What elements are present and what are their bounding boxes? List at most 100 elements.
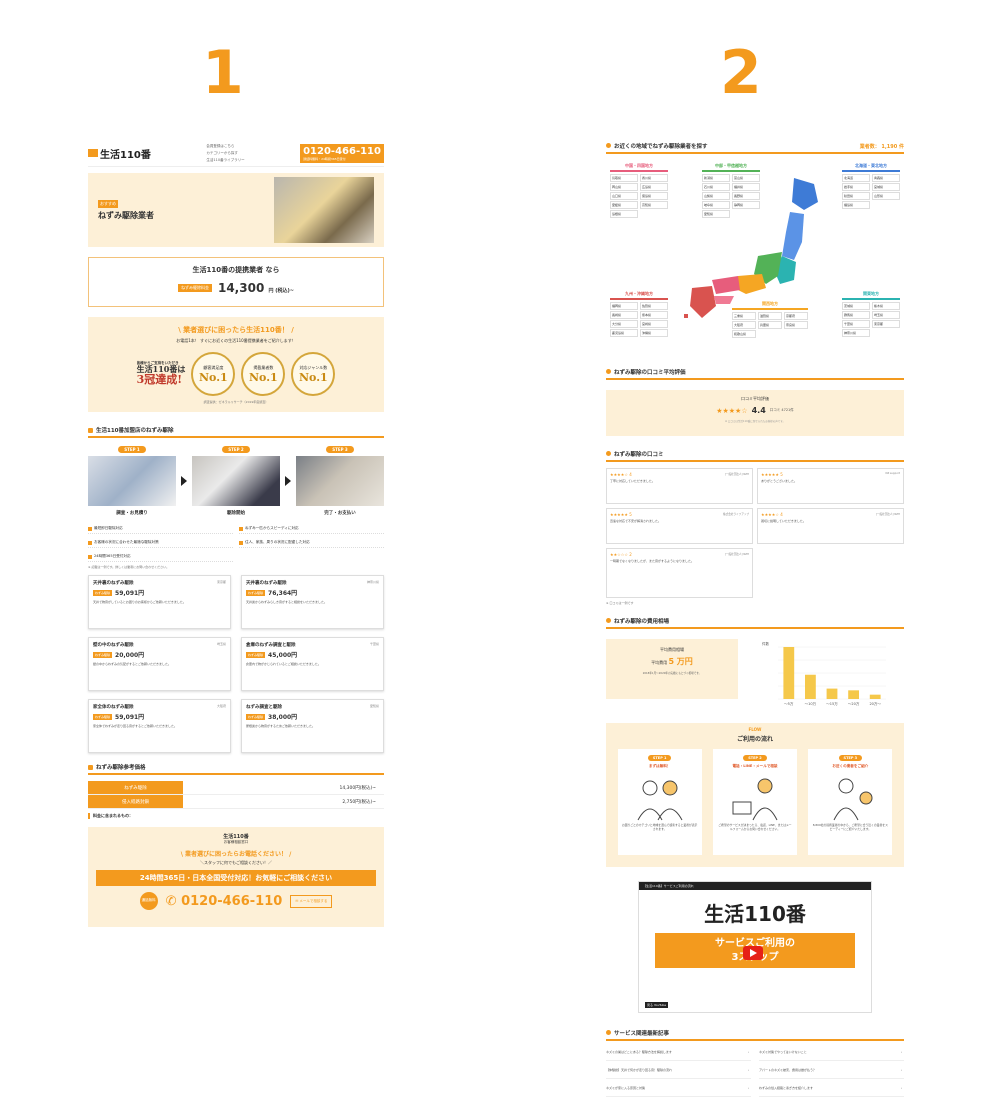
hero-photo xyxy=(274,177,374,243)
prefecture-button[interactable]: 香川県 xyxy=(640,174,668,182)
prefecture-button[interactable]: 熊本県 xyxy=(640,311,668,319)
header-link[interactable]: 生活110番ライブラリー xyxy=(206,158,244,163)
cta-sub: ＼スタッフに何でもご相談ください！／ xyxy=(200,860,272,865)
contact-cta: 生活110番 お客様相談窓口 \ 業者選びに困ったらお電話ください！ / ＼スタ… xyxy=(88,827,384,927)
prefecture-button[interactable]: 千葉県 xyxy=(842,320,870,328)
prefecture-button[interactable]: 北海道 xyxy=(842,174,870,182)
header-link[interactable]: カテゴリーから探す xyxy=(206,151,244,156)
prefecture-button[interactable]: 山形県 xyxy=(872,192,900,200)
review-text: 迅速な対応で不安が解消されました。 xyxy=(610,519,662,523)
case-card[interactable]: 天井裏のねずみ駆除 東京都 ねずみ駆除 59,091円 天井で物音がしているとお困り… xyxy=(88,575,231,629)
case-price: 45,000円 xyxy=(268,652,298,659)
header-phone-button[interactable]: 0120-466-110 通話料無料・24時間365日受付 xyxy=(300,143,384,163)
people-talking-illustration xyxy=(637,780,683,821)
prefecture-button[interactable]: 島根県 xyxy=(610,210,638,218)
prefecture-button[interactable]: 宮崎県 xyxy=(640,320,668,328)
steps-title-text: 生活110番加盟店のねずみ駆除 xyxy=(96,428,174,434)
prefecture-button[interactable]: 沖縄県 xyxy=(640,329,668,337)
prefecture-button[interactable]: 秋田県 xyxy=(842,192,870,200)
review-company: [一般社団法人] NZH xyxy=(724,553,749,556)
video-title-bar: 【生活110番】サービスご利用の流れ xyxy=(639,882,871,890)
price-box: 生活110番の提携業者 なら ねずみ駆除料金 14,300 円 (税込)~ xyxy=(88,257,384,307)
case-desc: 壁の中からねずみの気配がするとご依頼いただきました。 xyxy=(93,662,172,666)
play-icon[interactable] xyxy=(743,946,763,960)
case-area: 神奈川県 xyxy=(366,580,379,584)
prefecture-button[interactable]: 青森県 xyxy=(872,174,900,182)
case-title: 家全体のねずみ駆除 xyxy=(93,705,134,710)
case-area: 愛知県 xyxy=(369,704,379,708)
header-phone-number: 0120-466-110 xyxy=(303,145,381,157)
header-link[interactable]: 会員登録はこちら xyxy=(206,144,244,149)
news-item[interactable]: 【体験談】天井で何かが走り回る音！駆除の流れ › xyxy=(606,1061,751,1079)
prefecture-button[interactable]: 茨城県 xyxy=(842,302,870,310)
mail-button-label: メールで相談する xyxy=(299,898,328,903)
prefecture-button[interactable]: 岡山県 xyxy=(610,183,638,191)
news-section-title: サービス関連最新記事 xyxy=(606,1027,904,1041)
prefecture-button[interactable]: 東京都 xyxy=(872,320,900,328)
ref-title-text: ねずみ駆除参考価格 xyxy=(96,765,146,771)
prefecture-button[interactable]: 高知県 xyxy=(640,201,668,209)
review-card: ★★★★☆ 4 [一般社団法人] NZH 丁寧に対応していただきました。 xyxy=(606,468,753,504)
youtube-watch-button[interactable]: 見る YouTube xyxy=(645,1002,669,1008)
check-text: 24時間365日受付対応 xyxy=(94,554,131,558)
news-item[interactable]: ねずみの侵入経路と塞ぎ方を紹介します › xyxy=(759,1079,904,1097)
prefecture-button[interactable]: 徳島県 xyxy=(640,192,668,200)
case-card[interactable]: ねずみ調査と駆除 愛知県 ねずみ駆除 38,000円 屋根裏から物音がするためご依頼… xyxy=(241,699,384,753)
review-score: 4 xyxy=(780,512,783,517)
case-card[interactable]: 倉庫のねずみ調査と駆除 千葉県 ねずみ駆除 45,000円 倉庫内で物がかじられてい… xyxy=(241,637,384,691)
prefecture-list: 北海道 青森県 岩手県 宮城県 秋田県 山形県 福島県 xyxy=(842,174,900,209)
prefecture-button[interactable]: 岩手県 xyxy=(842,183,870,191)
mail-consult-button[interactable]: ✉ メールで相談する xyxy=(290,894,333,908)
chart-bar xyxy=(869,694,881,699)
prefecture-button[interactable]: 栃木県 xyxy=(872,302,900,310)
review-score: 5 xyxy=(780,472,783,477)
region-map: 中国・四国地方 鳥取県 香川県 岡山県 広島県 山口県 徳島県 愛媛県 高知県 島根県 中部・甲… xyxy=(606,158,904,358)
prefecture-button[interactable]: 山口県 xyxy=(610,192,638,200)
prefecture-button[interactable]: 神奈川県 xyxy=(842,329,870,337)
news-item[interactable]: ネズミが家に入る原因と対策 › xyxy=(606,1079,751,1097)
prefecture-button[interactable]: 宮城県 xyxy=(872,183,900,191)
included-heading: 料金に含まれるもの： xyxy=(88,813,384,819)
review-card: ★★★★★ 5 NZ support ありがとうございました。 xyxy=(757,468,904,504)
arrow-right-icon xyxy=(181,476,187,486)
video-player[interactable]: 【生活110番】サービスご利用の流れ 生活110番 サービスご利用の 3ステップ… xyxy=(638,881,872,1013)
prefecture-button[interactable]: 和歌山県 xyxy=(732,330,756,338)
site-logo[interactable]: 生活110番 xyxy=(88,146,151,161)
map-title-text: お近くの地域でねずみ駆除業者を探す xyxy=(614,144,708,150)
case-card[interactable]: 天井裏のねずみ駆除 神奈川県 ねずみ駆除 76,364円 天井裏からねずみらしき音が… xyxy=(241,575,384,629)
region-kyushu-okinawa: 九州・沖縄地方 福岡県 佐賀県 長崎県 熊本県 大分県 宮崎県 鹿児島県 沖縄県 xyxy=(610,290,668,337)
case-card[interactable]: 壁の中のねずみ駆除 埼玉県 ねずみ駆除 20,000円 壁の中からねずみの気配がする… xyxy=(88,637,231,691)
cta-phone-link[interactable]: ✆ 0120-466-110 xyxy=(166,894,283,909)
prefecture-button[interactable]: 愛媛県 xyxy=(610,201,638,209)
news-text: 【体験談】天井で何かが走り回る音！駆除の流れ xyxy=(606,1067,673,1072)
yen-icon xyxy=(606,618,611,623)
prefecture-button[interactable]: 鳥取県 xyxy=(610,174,638,182)
check-item: 24時間365日受付対応 xyxy=(88,554,233,562)
prefecture-button[interactable]: 長崎県 xyxy=(610,311,638,319)
prefecture-button[interactable]: 佐賀県 xyxy=(640,302,668,310)
step-caption: 調査・お見積り xyxy=(116,511,148,516)
prefecture-button[interactable]: 大分県 xyxy=(610,320,638,328)
news-item[interactable]: ネズミ対策でやってはいけないこと › xyxy=(759,1043,904,1061)
japan-map[interactable] xyxy=(682,176,822,326)
step-caption: 駆除開始 xyxy=(227,511,245,516)
hero-banner: おすすめ ねずみ駆除業者 xyxy=(88,173,384,247)
prefecture-button[interactable]: 福島県 xyxy=(842,201,870,209)
prefecture-button[interactable]: 鹿児島県 xyxy=(610,329,638,337)
cta-heading: \ 業者選びに困ったらお電話ください！ / xyxy=(180,851,292,858)
cta-logo: 生活110番 xyxy=(223,834,249,840)
prefecture-button[interactable]: 福岡県 xyxy=(610,302,638,310)
news-item[interactable]: アパートのネズミ被害、費用は誰が払う？ › xyxy=(759,1061,904,1079)
table-value: 2,750円(税込)~ xyxy=(342,799,376,805)
prefecture-button[interactable]: 埼玉県 xyxy=(872,311,900,319)
news-text: ねずみの侵入経路と塞ぎ方を紹介します xyxy=(759,1085,814,1090)
avg-value: 5 万円 xyxy=(668,657,693,666)
prefecture-button[interactable]: 群馬県 xyxy=(842,311,870,319)
left-page-screenshot: 生活110番 会員登録はこちら カテゴリーから探す 生活110番ライブラリー 0… xyxy=(88,140,384,990)
news-item[interactable]: ネズミの巣はどこにある？駆除方法を解説します › xyxy=(606,1043,751,1061)
news-text: ネズミが家に入る原因と対策 xyxy=(606,1085,646,1090)
table-key: 侵入経路封鎖 xyxy=(88,795,183,808)
case-label: ねずみ駆除 xyxy=(246,713,266,720)
prefecture-button[interactable]: 広島県 xyxy=(640,183,668,191)
case-card[interactable]: 家全体のねずみ駆除 大阪府 ねずみ駆除 59,091円 家全体でねずみが走り回る音が… xyxy=(88,699,231,753)
